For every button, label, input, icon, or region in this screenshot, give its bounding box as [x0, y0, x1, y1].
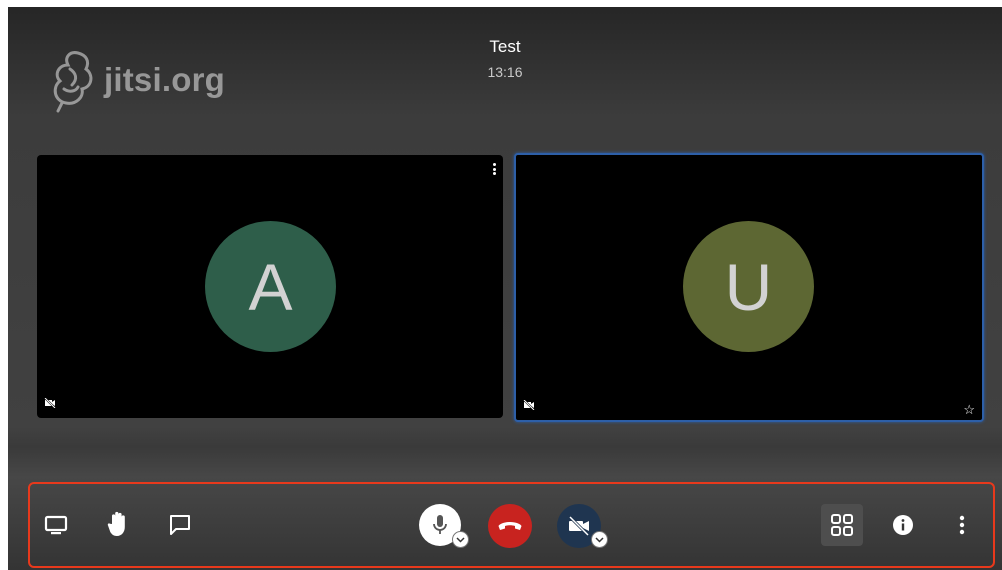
camera-off-icon: [568, 516, 590, 536]
conference-stage: jitsi.org Test 13:16 A U ☆: [8, 7, 1002, 570]
toolbar: [28, 482, 995, 568]
participant-tile[interactable]: A: [37, 155, 503, 418]
raise-hand-icon: [107, 511, 125, 536]
info-button[interactable]: [888, 510, 918, 540]
meeting-timer: 13:16: [487, 64, 523, 80]
hangup-icon: [498, 522, 522, 530]
tile-menu-icon[interactable]: [493, 163, 497, 175]
chat-icon: [170, 515, 190, 535]
avatar: A: [205, 221, 336, 352]
microphone-icon: [433, 515, 447, 534]
video-muted-icon: [523, 397, 535, 415]
video-settings-toggle[interactable]: [591, 531, 608, 548]
info-icon: [893, 515, 913, 535]
tile-view-icon: [831, 514, 853, 536]
more-icon: [959, 515, 965, 535]
audio-settings-toggle[interactable]: [452, 531, 469, 548]
participant-tile-active[interactable]: U ☆: [514, 153, 984, 422]
chevron-down-icon: [595, 536, 604, 543]
raise-hand-button[interactable]: [104, 509, 134, 539]
tile-view-button[interactable]: [821, 504, 863, 546]
video-muted-icon: [44, 395, 56, 413]
more-actions-button[interactable]: [950, 510, 974, 540]
meeting-title: Test: [489, 37, 521, 56]
screen-share-button[interactable]: [42, 511, 70, 539]
meeting-subject: Test 13:16: [8, 37, 1002, 80]
avatar: U: [683, 221, 814, 352]
screen-share-icon: [44, 515, 68, 535]
chevron-down-icon: [456, 536, 465, 543]
star-icon: ☆: [963, 402, 975, 417]
hangup-button[interactable]: [488, 504, 532, 548]
chat-button[interactable]: [166, 511, 194, 539]
